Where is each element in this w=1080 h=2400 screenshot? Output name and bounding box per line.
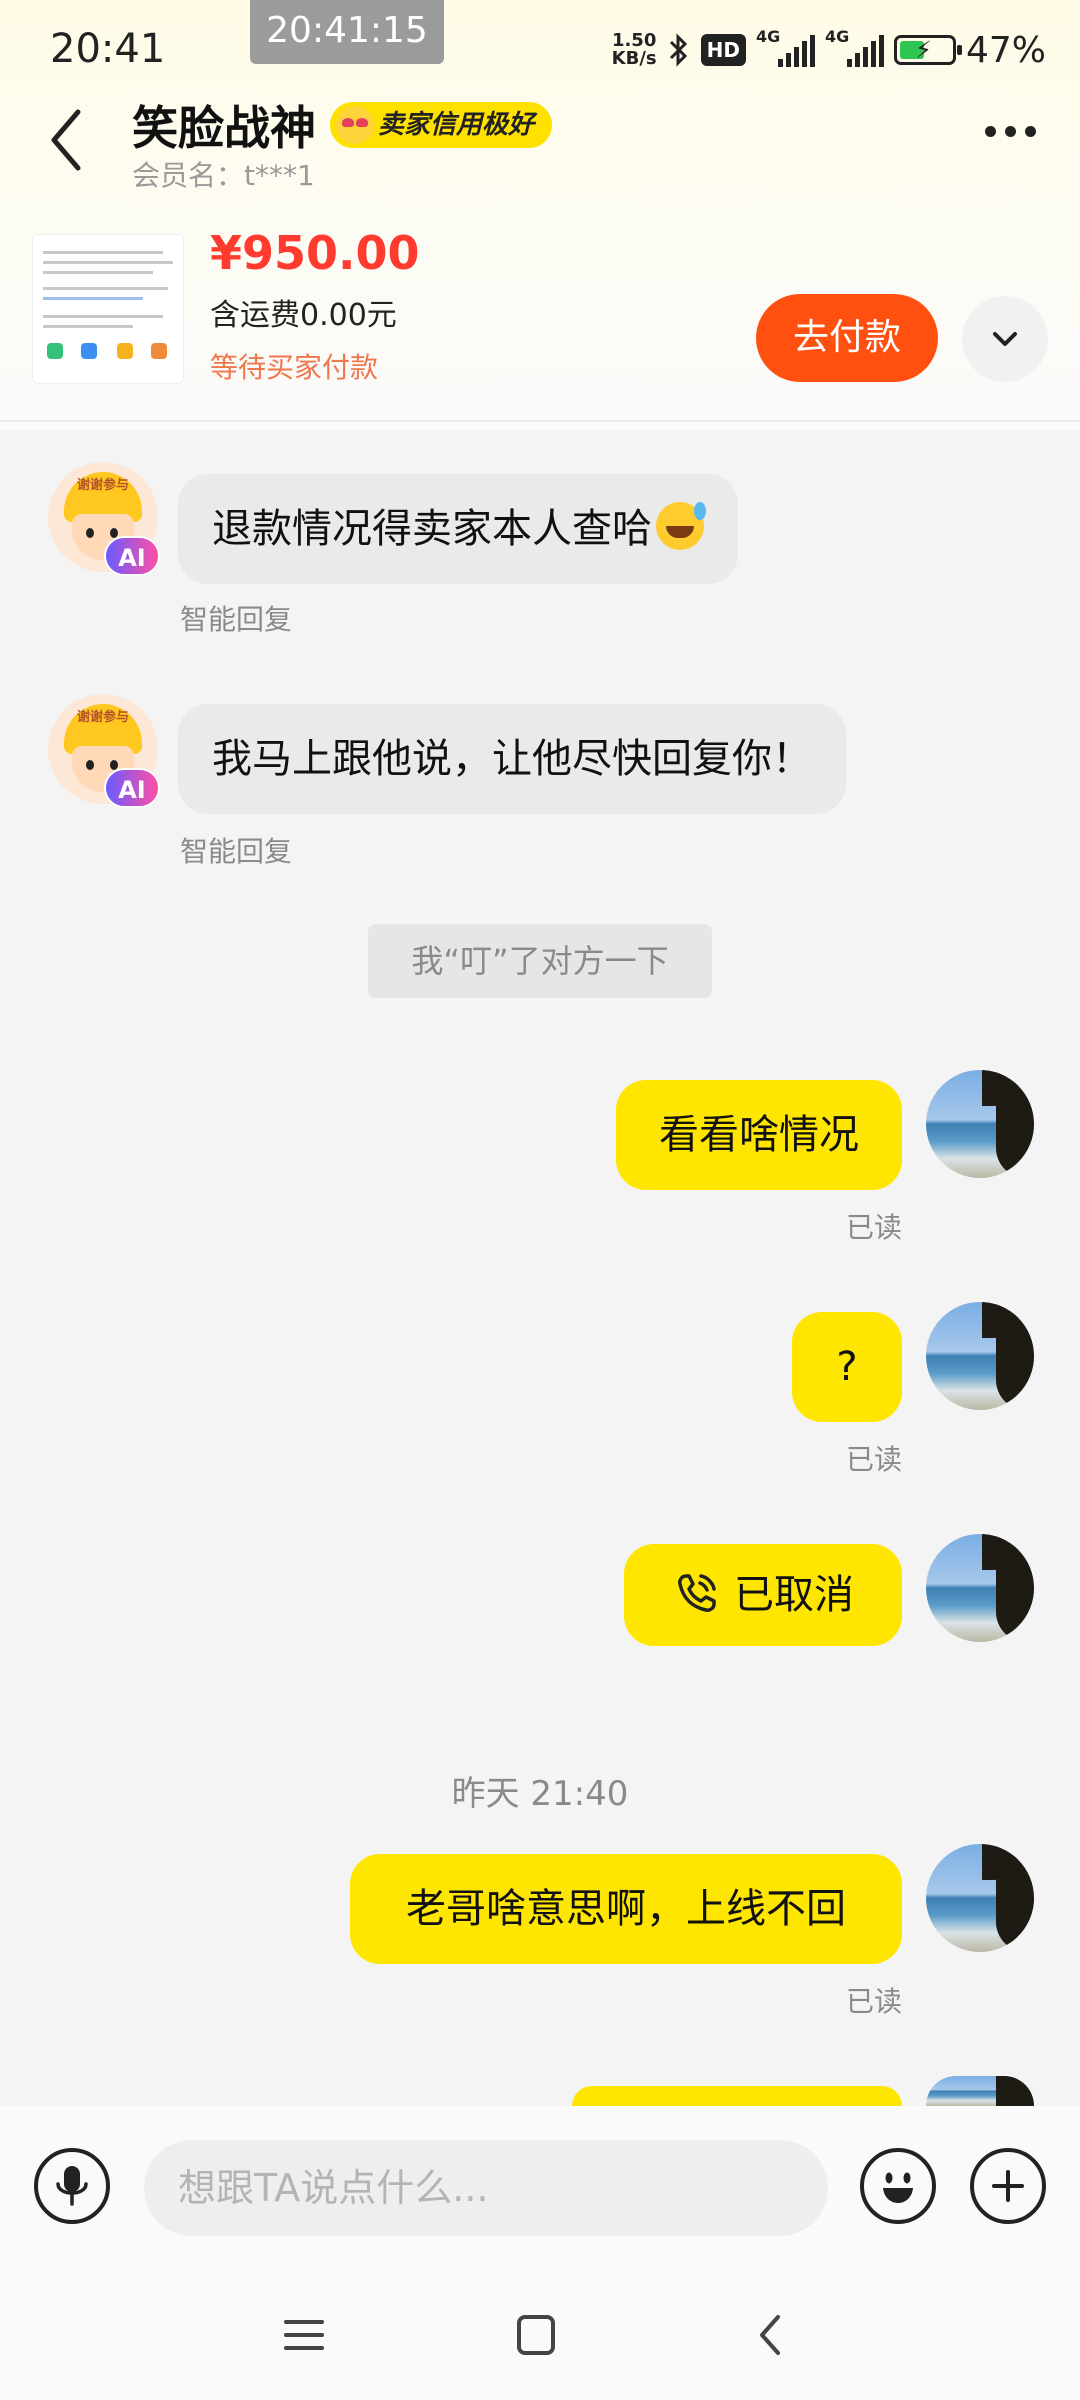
plus-icon bbox=[992, 2170, 1024, 2202]
shop-name[interactable]: 笑脸战神 bbox=[132, 92, 316, 158]
home-nav-button[interactable] bbox=[506, 2310, 566, 2360]
signal-2-icon: 4G bbox=[825, 27, 884, 67]
ai-badge: AI bbox=[104, 768, 160, 808]
charging-bolt-icon: ⚡ bbox=[914, 36, 932, 64]
header-divider bbox=[0, 420, 1080, 422]
emoji-button[interactable] bbox=[860, 2148, 936, 2224]
call-record-bubble[interactable]: 已取消 bbox=[624, 1544, 902, 1646]
sweat-smile-emoji-icon bbox=[656, 502, 706, 550]
message-bubble-sent[interactable]: 老哥啥意思啊，上线不回 bbox=[350, 1854, 902, 1964]
status-time: 20:41 bbox=[50, 26, 166, 72]
shipping-fee: 含运费0.00元 bbox=[210, 298, 397, 333]
message-bubble-sent[interactable] bbox=[572, 2086, 902, 2106]
read-receipt: 已读 bbox=[845, 1443, 902, 1476]
bluetooth-icon bbox=[669, 33, 687, 67]
back-nav-button[interactable] bbox=[740, 2310, 800, 2360]
more-dots-icon bbox=[985, 126, 996, 137]
back-button[interactable] bbox=[40, 100, 96, 180]
message-text: 已取消 bbox=[734, 1572, 854, 1618]
my-avatar[interactable] bbox=[926, 1534, 1034, 1642]
smart-reply-label: 智能回复 bbox=[180, 835, 293, 868]
time-divider: 昨天 21:40 bbox=[451, 1774, 629, 1814]
voice-button[interactable] bbox=[34, 2148, 110, 2224]
credit-badge[interactable]: 卖家信用极好 bbox=[330, 102, 553, 148]
credit-badge-label: 卖家信用极好 bbox=[378, 110, 535, 140]
message-bubble-received[interactable]: 我马上跟他说，让他尽快回复你！ bbox=[178, 704, 846, 814]
message-text: 退款情况得卖家本人查哈 bbox=[212, 506, 652, 552]
message-bubble-sent[interactable]: 看看啥情况 bbox=[616, 1080, 902, 1190]
order-price: ¥950.00 bbox=[210, 226, 420, 280]
message-text: 我马上跟他说，让他尽快回复你！ bbox=[212, 736, 812, 782]
plus-button[interactable] bbox=[970, 2148, 1046, 2224]
microphone-icon bbox=[56, 2166, 88, 2206]
read-receipt: 已读 bbox=[845, 1211, 902, 1244]
emoji-icon bbox=[883, 2172, 913, 2203]
message-text: ? bbox=[836, 1344, 858, 1390]
my-avatar[interactable] bbox=[926, 1070, 1034, 1178]
back-triangle-icon bbox=[760, 2315, 780, 2355]
chevron-down-icon bbox=[993, 332, 1017, 346]
avatar-text: 谢谢参与 bbox=[76, 710, 129, 725]
signal-2-tag: 4G bbox=[824, 27, 850, 46]
member-name: 会员名：t***1 bbox=[132, 159, 315, 192]
status-icons: 1.50 KB/s HD 4G 4G ⚡ 47% bbox=[612, 26, 1046, 74]
home-square-icon bbox=[517, 2315, 555, 2355]
my-avatar[interactable] bbox=[926, 1302, 1034, 1410]
ai-badge: AI bbox=[104, 536, 160, 576]
ai-avatar[interactable]: 谢谢参与 AI bbox=[48, 462, 160, 576]
order-thumbnail[interactable] bbox=[32, 234, 184, 384]
smart-reply-label: 智能回复 bbox=[180, 603, 293, 636]
net-speed-unit: KB/s bbox=[611, 48, 657, 69]
network-speed: 1.50 KB/s bbox=[612, 32, 657, 68]
pay-button[interactable]: 去付款 bbox=[756, 294, 938, 382]
heart-eyes-icon bbox=[336, 106, 374, 144]
my-avatar[interactable] bbox=[926, 2076, 1034, 2106]
battery-percent: 47% bbox=[965, 29, 1046, 71]
screen-recorder-timer: 20:41:15 bbox=[250, 0, 444, 64]
message-bubble-received[interactable]: 退款情况得卖家本人查哈 bbox=[178, 474, 738, 584]
message-text: 看看啥情况 bbox=[659, 1112, 859, 1158]
battery-icon: ⚡ bbox=[893, 35, 962, 65]
menu-icon bbox=[284, 2320, 324, 2350]
ai-avatar[interactable]: 谢谢参与 AI bbox=[48, 694, 160, 808]
chevron-left-icon bbox=[51, 109, 81, 171]
hd-voice-badge: HD bbox=[700, 34, 746, 66]
message-text: 老哥啥意思啊，上线不回 bbox=[406, 1886, 846, 1932]
more-button[interactable] bbox=[985, 126, 1036, 137]
avatar-text: 谢谢参与 bbox=[76, 478, 129, 493]
phone-call-icon bbox=[678, 1574, 716, 1612]
menu-nav-button[interactable] bbox=[274, 2310, 334, 2360]
read-receipt: 已读 bbox=[845, 1985, 902, 2018]
my-avatar[interactable] bbox=[926, 1844, 1034, 1952]
signal-1-tag: 4G bbox=[755, 27, 781, 46]
message-input[interactable] bbox=[144, 2140, 828, 2236]
system-nudge-notice: 我“叮”了对方一下 bbox=[368, 924, 712, 998]
message-bubble-sent[interactable]: ? bbox=[792, 1312, 902, 1422]
signal-1-icon: 4G bbox=[756, 27, 815, 67]
order-status: 等待买家付款 bbox=[210, 351, 379, 384]
expand-order-button[interactable] bbox=[962, 296, 1048, 382]
